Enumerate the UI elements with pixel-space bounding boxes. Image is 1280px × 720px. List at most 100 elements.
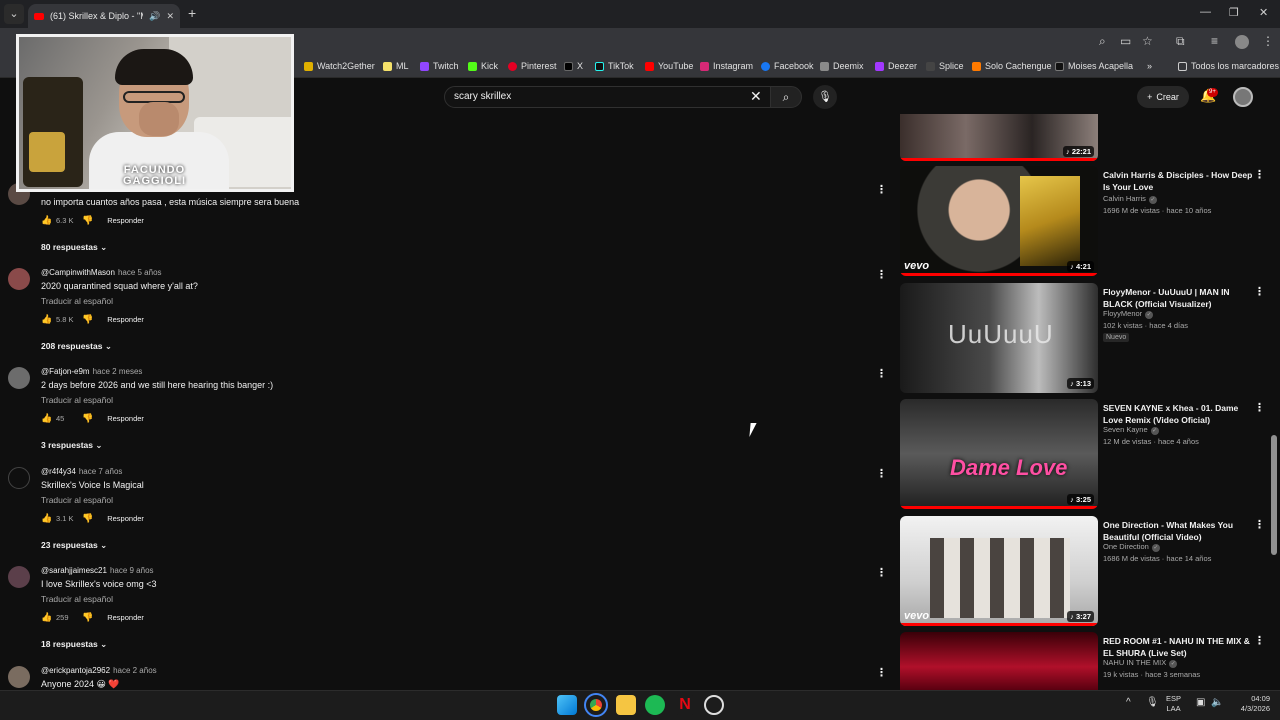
comment-menu-icon[interactable]: ⋮ (876, 183, 887, 196)
comment-time[interactable]: hace 5 años (118, 268, 162, 277)
video-menu-icon[interactable]: ⋮ (1254, 285, 1265, 298)
like-icon[interactable]: 👍 (41, 612, 52, 623)
video-thumbnail[interactable] (900, 632, 1098, 690)
bookmark-watch2gether[interactable]: Watch2Gether (304, 61, 375, 71)
bookmark-x[interactable]: X (564, 61, 583, 71)
comment-author[interactable]: @CampinwithMason (41, 268, 115, 277)
video-thumbnail[interactable]: vevo ♪ 3:27 (900, 516, 1098, 626)
create-button[interactable]: + Crear (1137, 86, 1189, 108)
recommended-video[interactable]: vevo ♪ 4:21 Calvin Harris & Disciples - … (900, 166, 1270, 276)
bookmark-pinterest[interactable]: Pinterest (508, 61, 557, 71)
view-replies-button[interactable]: 3 respuestas ⌄ (41, 440, 102, 451)
reading-list-icon[interactable]: ≡ (1211, 34, 1218, 48)
browser-tab-active[interactable]: (61) Skrillex & Diplo - "Mind 🔊 ✕ (28, 4, 180, 28)
tray-mic-icon[interactable]: 🎙 (1146, 697, 1159, 708)
bookmark-ml[interactable]: ML (383, 61, 409, 71)
cast-icon[interactable]: ▭ (1120, 34, 1131, 48)
file-explorer-icon[interactable] (616, 695, 636, 715)
recommended-video[interactable]: UuUuuU ♪ 3:13 FloyyMenor - UuUuuU | MAN … (900, 283, 1270, 393)
comment-menu-icon[interactable]: ⋮ (876, 367, 887, 380)
restore-icon[interactable]: ❐ (1229, 6, 1239, 19)
reply-button[interactable]: Responder (107, 216, 144, 225)
search-query[interactable]: scary skrillex (454, 91, 511, 102)
view-replies-button[interactable]: 23 respuestas ⌄ (41, 540, 107, 551)
tray-chevron-icon[interactable]: ^ (1126, 697, 1131, 708)
app-icon[interactable] (704, 695, 724, 715)
like-icon[interactable]: 👍 (41, 314, 52, 325)
new-tab-button[interactable]: + (188, 5, 196, 21)
clear-search-icon[interactable]: ✕ (750, 88, 762, 105)
all-bookmarks-folder[interactable]: Todos los marcadores (1178, 61, 1279, 71)
comment-time[interactable]: hace 2 meses (93, 367, 143, 376)
video-title[interactable]: RED ROOM #1 - NAHU IN THE MIX & EL SHURA… (1103, 635, 1255, 659)
reply-button[interactable]: Responder (107, 315, 144, 324)
zoom-icon[interactable]: ⌕ (1099, 34, 1106, 49)
page-scrollbar[interactable] (1270, 80, 1278, 690)
video-menu-icon[interactable]: ⋮ (1254, 634, 1265, 647)
video-title[interactable]: Calvin Harris & Disciples - How Deep Is … (1103, 169, 1255, 193)
reply-button[interactable]: Responder (107, 613, 144, 622)
video-title[interactable]: FloyyMenor - UuUuuU | MAN IN BLACK (Offi… (1103, 286, 1255, 310)
bookmark-star-icon[interactable]: ☆ (1142, 34, 1153, 48)
channel-name[interactable]: NAHU IN THE MIX ✓ (1103, 658, 1178, 668)
browser-menu-icon[interactable]: ⋮ (1262, 34, 1274, 48)
recommended-video[interactable]: vevo ♪ 3:27 One Direction - What Makes Y… (900, 516, 1270, 626)
profile-avatar[interactable] (1235, 35, 1249, 49)
netflix-icon[interactable]: N (675, 695, 695, 715)
comment-avatar[interactable] (8, 268, 30, 290)
video-menu-icon[interactable]: ⋮ (1254, 401, 1265, 414)
comment-avatar[interactable] (8, 566, 30, 588)
comment-author[interactable]: @r4f4y34 (41, 467, 76, 476)
bookmark-facebook[interactable]: Facebook (761, 61, 814, 71)
comment-time[interactable]: hace 9 años (110, 566, 154, 575)
speaker-icon[interactable]: 🔊 (149, 11, 160, 22)
dislike-icon[interactable]: 👎 (82, 413, 93, 424)
close-window-icon[interactable]: ✕ (1259, 6, 1268, 19)
translate-link[interactable]: Traducir al español (41, 296, 113, 306)
comment-avatar[interactable] (8, 367, 30, 389)
scrollbar-thumb[interactable] (1271, 435, 1277, 555)
comment-time[interactable]: hace 2 años (113, 666, 157, 675)
bookmark-solo-cachengue[interactable]: Solo Cachengue (972, 61, 1052, 71)
reply-button[interactable]: Responder (107, 414, 144, 423)
like-icon[interactable]: 👍 (41, 513, 52, 524)
recommended-video[interactable]: RED ROOM #1 - NAHU IN THE MIX & EL SHURA… (900, 632, 1270, 690)
voice-search-button[interactable]: 🎙 (813, 85, 837, 109)
account-avatar[interactable] (1233, 87, 1253, 107)
chrome-icon[interactable] (584, 693, 608, 717)
comment-avatar[interactable] (8, 666, 30, 688)
like-icon[interactable]: 👍 (41, 215, 52, 226)
minimize-icon[interactable]: — (1200, 6, 1211, 18)
comment-time[interactable]: hace 7 años (79, 467, 123, 476)
search-button[interactable]: ⌕ (770, 86, 802, 108)
recommended-video[interactable]: ♪ 22:21 (900, 114, 1270, 161)
bookmark-tiktok[interactable]: TikTok (595, 61, 634, 71)
dislike-icon[interactable]: 👎 (82, 215, 93, 226)
close-tab-icon[interactable]: ✕ (166, 11, 174, 22)
translate-link[interactable]: Traducir al español (41, 594, 113, 604)
tab-search-button[interactable]: ⌄ (4, 4, 24, 24)
comment-menu-icon[interactable]: ⋮ (876, 666, 887, 679)
bookmark-deezer[interactable]: Deezer (875, 61, 917, 71)
comment-menu-icon[interactable]: ⋮ (876, 268, 887, 281)
comment-avatar[interactable] (8, 467, 30, 489)
input-language[interactable]: ESP LAA (1166, 694, 1181, 714)
video-thumbnail[interactable]: Dame Love ♪ 3:25 (900, 399, 1098, 509)
video-thumbnail[interactable]: vevo ♪ 4:21 (900, 166, 1098, 276)
video-thumbnail[interactable]: UuUuuU ♪ 3:13 (900, 283, 1098, 393)
view-replies-button[interactable]: 18 respuestas ⌄ (41, 639, 107, 650)
extensions-icon[interactable]: ⧉ (1176, 34, 1185, 49)
recommended-video[interactable]: Dame Love ♪ 3:25 SEVEN KAYNE x Khea - 01… (900, 399, 1270, 509)
start-windows-icon[interactable] (557, 695, 577, 715)
reply-button[interactable]: Responder (107, 514, 144, 523)
taskbar-clock[interactable]: 04:09 4/3/2026 (1230, 694, 1270, 714)
bookmark-youtube[interactable]: YouTube (645, 61, 693, 71)
comment-author[interactable]: @erickpantoja2962 (41, 666, 110, 675)
spotify-icon[interactable] (645, 695, 665, 715)
bookmark-splice[interactable]: Splice (926, 61, 964, 71)
video-thumbnail[interactable]: ♪ 22:21 (900, 114, 1098, 161)
network-icon[interactable]: ▣ (1196, 697, 1205, 708)
bookmark-moises-acapella[interactable]: Moises Acapella (1055, 61, 1133, 71)
channel-name[interactable]: Calvin Harris ✓ (1103, 194, 1157, 204)
bookmark-instagram[interactable]: Instagram (700, 61, 753, 71)
